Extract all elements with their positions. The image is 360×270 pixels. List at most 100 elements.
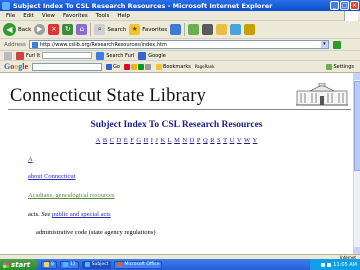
page-content: Connecticut State Library Subject Index … (0, 73, 353, 254)
mail-icon (188, 24, 200, 35)
letter-link-b[interactable]: B (103, 137, 107, 144)
autofill-icon (137, 63, 144, 70)
letter-link-h[interactable]: H (144, 137, 149, 144)
search-label: Search (107, 26, 127, 33)
bookmarks-button[interactable]: Bookmarks (155, 63, 191, 70)
title-divider (8, 109, 351, 110)
letter-link-l[interactable]: L (168, 137, 172, 144)
section-anchor-a[interactable]: A (28, 156, 33, 163)
letter-link-i[interactable]: I (151, 137, 153, 144)
letter-link-m[interactable]: M (174, 137, 180, 144)
office-icon (117, 262, 123, 267)
furl-it-link[interactable]: Furl It (26, 53, 40, 59)
letter-link-n[interactable]: N (182, 137, 187, 144)
tray-icon[interactable] (321, 262, 326, 267)
news-icon (123, 63, 130, 70)
tray-icon[interactable] (327, 262, 332, 267)
letter-link-k[interactable]: K (160, 137, 165, 144)
site-title: Connecticut State Library (10, 86, 207, 106)
letter-link-y[interactable]: Y (253, 137, 258, 144)
google-go-icon (106, 63, 113, 70)
letter-link-u[interactable]: U (230, 137, 235, 144)
address-dropdown-icon[interactable]: ▾ (320, 41, 328, 48)
google-toolbar: Google Go Bookmarks PageRank Settings (0, 61, 360, 73)
letter-link-g[interactable]: G (136, 137, 141, 144)
taskbar-item[interactable]: Subject (81, 260, 112, 269)
acadians-link[interactable]: Acadians, genealogical resources (28, 192, 114, 199)
home-button[interactable]: ⌂ (76, 24, 88, 35)
letter-link-a[interactable]: A (96, 137, 101, 144)
forward-button[interactable]: ▶ (34, 24, 46, 35)
start-button[interactable]: start (0, 259, 38, 270)
search-icon: ⌕ (94, 24, 106, 35)
letter-link-s[interactable]: S (217, 137, 221, 144)
taskbar-item[interactable]: 8 (41, 260, 57, 269)
furl-search-input[interactable] (42, 52, 93, 59)
pagerank-indicator[interactable]: PageRank (195, 64, 215, 69)
windows-logo-icon (3, 261, 9, 268)
vertical-scrollbar[interactable] (353, 73, 360, 254)
taskbar-item[interactable]: 12 (59, 260, 79, 269)
letter-link-v[interactable]: V (237, 137, 242, 144)
stop-button[interactable]: × (48, 24, 60, 35)
menu-edit[interactable]: Edit (23, 13, 34, 19)
menu-tools[interactable]: Tools (96, 13, 110, 19)
letter-link-d[interactable]: D (117, 137, 122, 144)
google-search-input[interactable] (32, 62, 103, 71)
menu-file[interactable]: File (6, 13, 15, 19)
scroll-up-icon[interactable] (354, 73, 360, 80)
letter-link-j[interactable]: J (155, 137, 158, 144)
letter-link-f[interactable]: F (130, 137, 134, 144)
furl-icon[interactable] (16, 51, 24, 60)
letter-link-e[interactable]: E (124, 137, 128, 144)
research-button[interactable] (244, 24, 256, 35)
go-button[interactable] (332, 40, 341, 49)
about-connecticut-link[interactable]: about Connecticut (28, 173, 75, 180)
print-button[interactable] (202, 24, 214, 35)
scroll-down-icon[interactable] (354, 247, 360, 254)
settings-icon (326, 63, 333, 70)
back-arrow-icon: ◀ (3, 23, 16, 36)
maximize-button[interactable]: □ (340, 1, 349, 10)
edit-icon (216, 24, 228, 35)
taskbar-item[interactable]: Microsoft Office (114, 260, 163, 269)
google-link[interactable]: Google (148, 53, 166, 59)
google-link-icon[interactable] (138, 51, 147, 60)
list-item: administrative code (state agency regula… (36, 229, 155, 236)
letter-link-w[interactable]: W (244, 137, 250, 144)
refresh-button[interactable]: ↻ (62, 24, 74, 35)
close-button[interactable]: × (350, 1, 359, 10)
popup-blocker-icon (130, 63, 137, 70)
mail-button[interactable] (188, 24, 200, 35)
favorites-button[interactable]: ★ Favorites (129, 24, 167, 35)
menu-help[interactable]: Help (117, 13, 130, 19)
page-icon (31, 41, 38, 48)
letter-link-c[interactable]: C (110, 137, 114, 144)
google-tools-buttons[interactable] (123, 63, 152, 70)
letter-link-p[interactable]: P (197, 137, 201, 144)
letter-link-o[interactable]: O (190, 137, 195, 144)
back-button[interactable]: ◀ Back (3, 23, 31, 36)
list-item: acts. See public and special acts (28, 211, 111, 218)
address-input[interactable]: http://www.cslib.org/ResearchResources/i… (28, 40, 329, 49)
media-button[interactable] (170, 24, 182, 35)
menu-view[interactable]: View (42, 13, 55, 19)
search-furl-icon[interactable] (96, 51, 105, 60)
scroll-thumb[interactable] (354, 81, 360, 171)
public-special-acts-link[interactable]: public and special acts (52, 211, 111, 218)
links-bar: Furl It Search Furl Google (0, 51, 360, 61)
letter-link-r[interactable]: R (210, 137, 214, 144)
letter-link-q[interactable]: Q (203, 137, 208, 144)
settings-button[interactable]: Settings (326, 63, 354, 70)
menu-favorites[interactable]: Favorites (63, 13, 88, 19)
google-go-button[interactable]: Go (106, 63, 120, 70)
search-button[interactable]: ⌕ Search (94, 24, 126, 35)
search-furl-link[interactable]: Search Furl (106, 53, 134, 59)
menu-bar: File Edit View Favorites Tools Help (0, 11, 360, 21)
minimize-button[interactable]: _ (330, 1, 339, 10)
letter-link-t[interactable]: T (223, 137, 227, 144)
discuss-button[interactable] (230, 24, 242, 35)
edit-button[interactable] (216, 24, 228, 35)
research-icon (244, 24, 256, 35)
back-label: Back (18, 26, 32, 33)
